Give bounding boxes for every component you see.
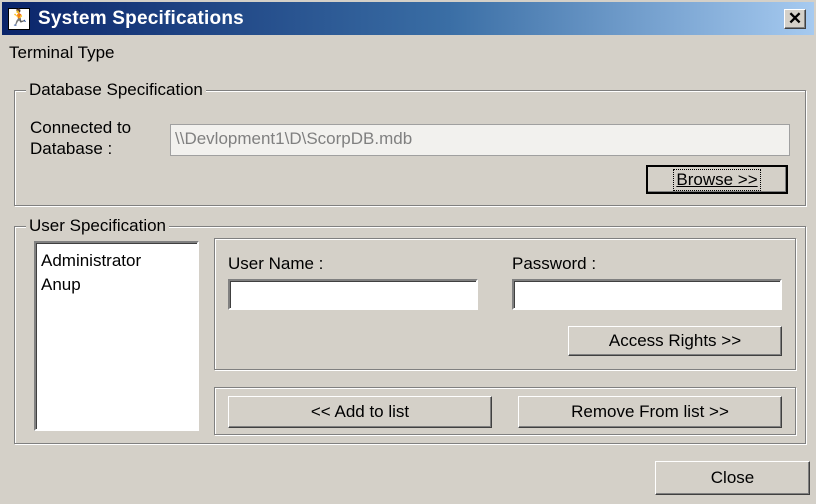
database-specification-legend: Database Specification (26, 80, 206, 100)
close-button[interactable]: Close (655, 461, 810, 495)
connected-to-label: Connected to (30, 118, 132, 137)
browse-button[interactable]: Browse >> (646, 165, 788, 194)
user-name-input[interactable] (228, 279, 478, 310)
system-specifications-window: 🏃 System Specifications ✕ Terminal Type … (0, 0, 816, 504)
close-window-button[interactable]: ✕ (784, 9, 806, 29)
access-rights-button[interactable]: Access Rights >> (568, 326, 782, 356)
window-title: System Specifications (38, 8, 244, 29)
title-bar[interactable]: 🏃 System Specifications ✕ (2, 2, 814, 35)
running-figure-icon: 🏃 (8, 8, 30, 30)
list-item[interactable]: Anup (41, 273, 197, 297)
database-label: Database : (30, 139, 113, 158)
user-specification-legend: User Specification (26, 216, 170, 236)
database-path-field[interactable]: \\Devlopment1\D\ScorpDB.mdb (170, 124, 790, 156)
remove-from-list-button[interactable]: Remove From list >> (518, 396, 782, 428)
terminal-type-menu[interactable]: Terminal Type (9, 43, 115, 63)
list-item[interactable]: Administrator (41, 249, 197, 273)
password-input[interactable] (512, 279, 782, 310)
close-icon: ✕ (787, 9, 803, 28)
add-to-list-button[interactable]: << Add to list (228, 396, 492, 428)
users-listbox[interactable]: Administrator Anup (34, 241, 199, 431)
password-label: Password : (512, 254, 597, 273)
browse-label: Browse >> (673, 168, 761, 191)
user-name-label: User Name : (228, 254, 324, 273)
